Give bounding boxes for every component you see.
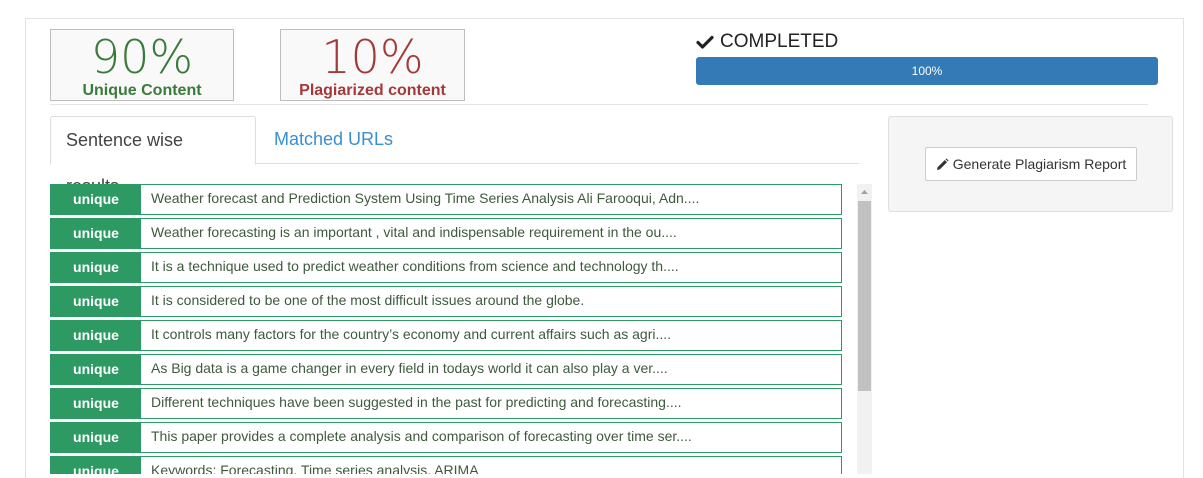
unique-badge: unique	[51, 355, 141, 384]
result-row: unique This paper provides a complete an…	[50, 422, 842, 453]
unique-badge: unique	[51, 219, 141, 248]
sentence-text[interactable]: It controls many factors for the country…	[141, 321, 841, 350]
results-scrollbar[interactable]	[857, 184, 872, 474]
completion-status: COMPLETED	[696, 31, 838, 53]
unique-badge: unique	[51, 321, 141, 350]
unique-badge: unique	[51, 457, 141, 474]
result-row: unique It is a technique used to predict…	[50, 252, 842, 283]
tab-matched-urls[interactable]: Matched URLs	[259, 116, 408, 164]
sentence-text[interactable]: Weather forecast and Prediction System U…	[141, 185, 841, 214]
plagiarized-content-box: 10% Plagiarized content	[280, 29, 465, 101]
result-row: unique It controls many factors for the …	[50, 320, 842, 351]
result-row: unique Weather forecasting is an importa…	[50, 218, 842, 249]
sentence-text[interactable]: This paper provides a complete analysis …	[141, 423, 841, 452]
sentence-text[interactable]: Weather forecasting is an important , vi…	[141, 219, 841, 248]
status-text: COMPLETED	[720, 31, 839, 52]
sentence-text[interactable]: It is considered to be one of the most d…	[141, 287, 841, 316]
unique-content-box: 90% Unique Content	[50, 29, 234, 101]
unique-badge: unique	[51, 287, 141, 316]
unique-badge: unique	[51, 389, 141, 418]
report-panel: Generate Plagiarism Report	[888, 116, 1173, 212]
result-tabs: Sentence wise results Matched URLs	[50, 116, 859, 196]
generate-report-button[interactable]: Generate Plagiarism Report	[925, 147, 1137, 181]
check-icon	[696, 35, 714, 49]
sentence-text[interactable]: It is a technique used to predict weathe…	[141, 253, 841, 282]
unique-percentage: 90%	[90, 30, 194, 84]
unique-badge: unique	[51, 185, 141, 214]
result-row: unique Different techniques have been su…	[50, 388, 842, 419]
unique-label: Unique Content	[82, 82, 202, 99]
sentence-text[interactable]: As Big data is a game changer in every f…	[141, 355, 841, 384]
unique-badge: unique	[51, 253, 141, 282]
progress-bar: 100%	[696, 57, 1158, 85]
unique-badge: unique	[51, 423, 141, 452]
sentence-text[interactable]: Different techniques have been suggested…	[141, 389, 841, 418]
divider	[50, 104, 1148, 105]
tab-sentence-wise-results[interactable]: Sentence wise results	[50, 116, 256, 196]
result-row: unique Weather forecast and Prediction S…	[50, 184, 842, 215]
sentence-text[interactable]: Keywords: Forecasting, Time series analy…	[141, 457, 841, 474]
progress-fill: 100%	[696, 57, 1158, 85]
plagiarized-percentage: 10%	[321, 30, 424, 84]
plagiarized-label: Plagiarized content	[299, 82, 446, 99]
result-row: unique Keywords: Forecasting, Time serie…	[50, 456, 842, 474]
generate-report-label: Generate Plagiarism Report	[952, 156, 1127, 172]
sentence-results-list: unique Weather forecast and Prediction S…	[50, 184, 842, 474]
scroll-thumb[interactable]	[858, 201, 871, 391]
result-row: unique As Big data is a game changer in …	[50, 354, 842, 385]
scroll-up-arrow-icon[interactable]	[857, 184, 872, 200]
pencil-icon	[936, 157, 949, 170]
result-row: unique It is considered to be one of the…	[50, 286, 842, 317]
